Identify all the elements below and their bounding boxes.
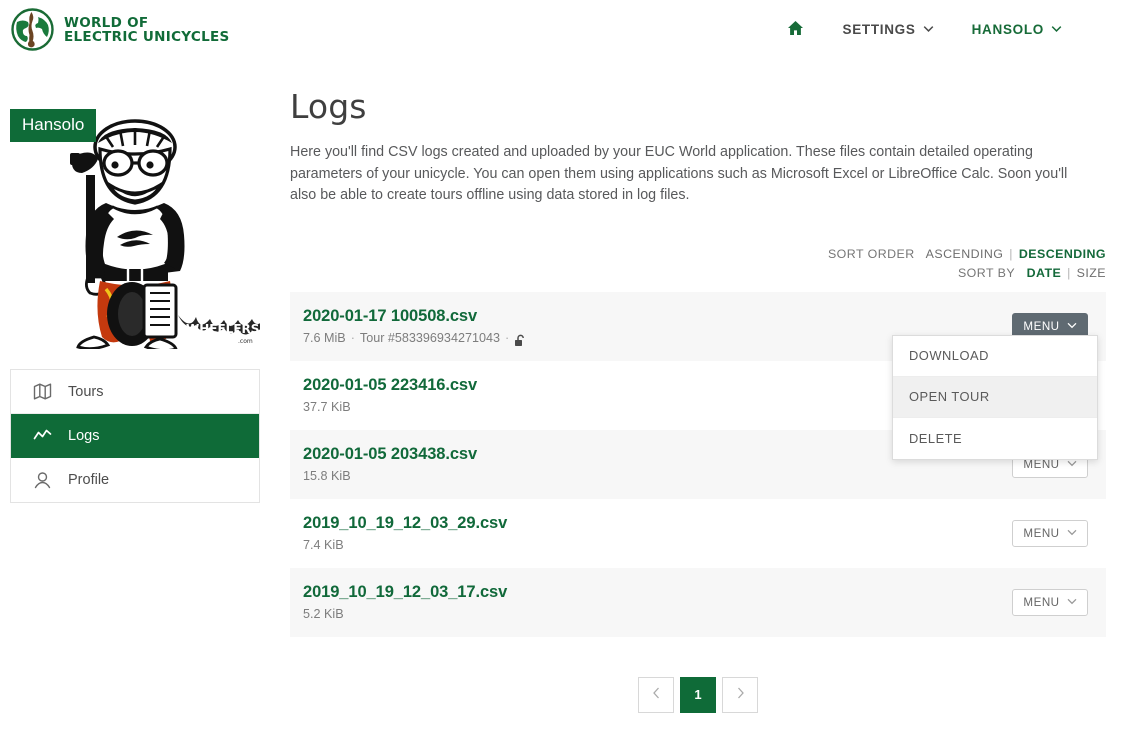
chevron-down-icon: [923, 23, 934, 34]
dropdown-item-delete-label: DELETE: [909, 430, 963, 446]
log-row-info: 2019_10_19_12_03_17.csv 5.2 KiB: [303, 583, 1012, 621]
brand-line-1: World of: [64, 14, 149, 31]
log-row-menu-label: MENU: [1023, 319, 1060, 333]
sidebar-item-profile-label: Profile: [68, 472, 110, 488]
log-file-meta: 5.2 KiB: [303, 607, 1012, 621]
log-row-menu-label: MENU: [1023, 595, 1060, 609]
sort-by-label: SORT BY: [957, 265, 1015, 280]
sidebar-item-logs-label: Logs: [68, 427, 100, 444]
pagination-page-1[interactable]: 1: [680, 676, 716, 713]
sidebar-menu: Tours Logs Profile: [10, 369, 260, 503]
brand-logo-link[interactable]: World of Electric Unicycles: [11, 8, 230, 51]
top-navigation-bar: World of Electric Unicycles SETTINGS HAN…: [0, 0, 1134, 59]
sidebar-item-profile[interactable]: Profile: [11, 458, 259, 502]
chevron-left-icon: [652, 687, 661, 702]
log-file-size: 7.6 MiB: [303, 331, 346, 345]
sort-by-date[interactable]: DATE: [1027, 266, 1062, 280]
nav-settings-menu[interactable]: SETTINGS: [842, 22, 933, 37]
avatar-panel: Hansolo WHEELERS .com: [10, 99, 260, 349]
chevron-down-icon: [1051, 23, 1062, 34]
svg-text:WHEELERS: WHEELERS: [186, 322, 259, 336]
sort-order-ascending[interactable]: ASCENDING: [926, 247, 1004, 261]
log-file-size: 7.4 KiB: [303, 538, 344, 552]
log-file-meta: 15.8 KiB: [303, 469, 1012, 483]
nav-settings-label: SETTINGS: [842, 22, 916, 37]
log-row-menu-button[interactable]: MENU: [1012, 588, 1088, 616]
chevron-down-icon: [1067, 596, 1077, 609]
log-row-dropdown-menu: DOWNLOAD OPEN TOUR DELETE: [892, 334, 1098, 460]
sort-by-size[interactable]: SIZE: [1077, 266, 1106, 280]
log-file-tour[interactable]: Tour #583396934271043: [360, 331, 500, 345]
user-icon: [33, 471, 52, 490]
meta-separator: ·: [350, 331, 355, 345]
sort-by-separator: |: [1067, 265, 1071, 280]
table-row: 2019_10_19_12_03_29.csv 7.4 KiB MENU: [290, 498, 1106, 568]
sidebar: Hansolo WHEELERS .com Tours Logs Profile: [10, 99, 260, 503]
chevron-down-icon: [1067, 320, 1077, 333]
meta-separator: ·: [504, 331, 510, 345]
pagination-prev-button[interactable]: [638, 676, 674, 713]
log-file-size: 15.8 KiB: [303, 469, 351, 483]
log-file-list: 2020-01-17 100508.csv 7.6 MiB · Tour #58…: [290, 291, 1106, 637]
username-badge: Hansolo: [10, 109, 97, 142]
log-row-menu-button[interactable]: MENU: [1012, 519, 1088, 547]
pagination-page-label: 1: [694, 687, 702, 702]
map-icon: [33, 382, 52, 401]
sidebar-item-logs[interactable]: Logs: [11, 414, 259, 458]
pagination: 1: [290, 676, 1106, 713]
dropdown-item-open-tour[interactable]: OPEN TOUR: [893, 376, 1097, 418]
sort-order-label: SORT ORDER: [827, 246, 915, 261]
brand-name: World of Electric Unicycles: [64, 16, 230, 44]
log-file-name[interactable]: 2019_10_19_12_03_29.csv: [303, 514, 507, 533]
sort-order-row: SORT ORDER ASCENDING | DESCENDING: [290, 245, 1106, 264]
pagination-next-button[interactable]: [722, 676, 758, 713]
nav-user-label: HANSOLO: [971, 22, 1044, 37]
brand-line-2: Electric Unicycles: [64, 28, 230, 45]
chevron-down-icon: [1067, 527, 1077, 540]
log-file-meta: 7.4 KiB: [303, 538, 1012, 552]
sort-order-descending[interactable]: DESCENDING: [1019, 247, 1106, 261]
sort-order-separator: |: [1009, 246, 1013, 261]
sort-by-row: SORT BY DATE | SIZE: [290, 264, 1106, 283]
unlock-icon[interactable]: [514, 334, 527, 347]
log-file-name[interactable]: 2019_10_19_12_03_17.csv: [303, 583, 507, 602]
chevron-right-icon: [736, 687, 745, 702]
log-row-info: 2019_10_19_12_03_29.csv 7.4 KiB: [303, 514, 1012, 552]
chart-line-icon: [33, 426, 52, 445]
log-file-name[interactable]: 2020-01-05 203438.csv: [303, 445, 477, 464]
table-row: 2019_10_19_12_03_17.csv 5.2 KiB MENU: [290, 567, 1106, 637]
dropdown-item-download-label: DOWNLOAD: [909, 348, 989, 363]
top-nav-items: SETTINGS HANSOLO: [787, 20, 1062, 39]
sort-controls: SORT ORDER ASCENDING | DESCENDING SORT B…: [290, 245, 1106, 283]
svg-text:.com: .com: [238, 338, 253, 345]
dropdown-item-open-tour-label: OPEN TOUR: [909, 389, 990, 404]
log-file-size: 37.7 KiB: [303, 400, 351, 414]
log-file-name[interactable]: 2020-01-05 223416.csv: [303, 376, 477, 395]
nav-user-menu[interactable]: HANSOLO: [972, 22, 1062, 37]
globe-unicycle-logo-icon: [11, 8, 54, 51]
log-file-name[interactable]: 2020-01-17 100508.csv: [303, 307, 477, 326]
page-description: Here you'll find CSV logs created and up…: [290, 144, 1068, 203]
home-icon: [787, 20, 804, 39]
dropdown-item-delete[interactable]: DELETE: [893, 417, 1097, 459]
log-file-size: 5.2 KiB: [303, 607, 344, 621]
log-row-menu-label: MENU: [1023, 526, 1060, 540]
page-title: Logs: [290, 87, 367, 126]
sidebar-item-tours[interactable]: Tours: [11, 370, 259, 414]
main-content: Logs Here you'll find CSV logs created a…: [290, 87, 1106, 713]
dropdown-item-download[interactable]: DOWNLOAD: [893, 335, 1097, 377]
nav-home-link[interactable]: [787, 20, 804, 39]
sidebar-item-tours-label: Tours: [68, 383, 104, 400]
